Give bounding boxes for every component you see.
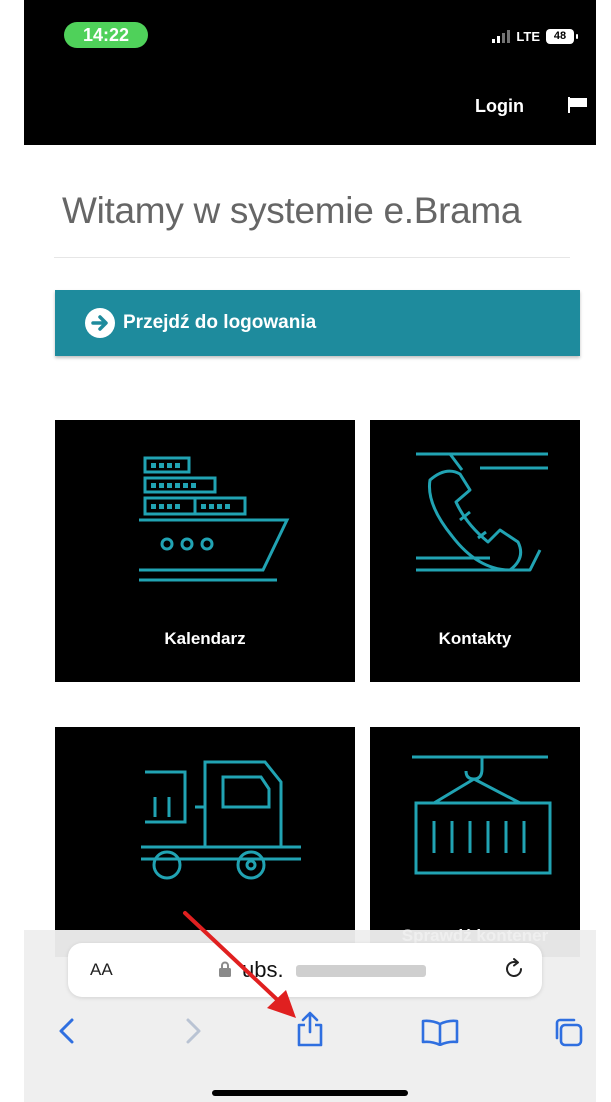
tile-calendar-label: Kalendarz [164,629,245,648]
divider [54,257,570,258]
flag-icon[interactable] [567,96,589,114]
login-link[interactable]: Login [475,96,524,117]
phone-screen: 14:22 LTE 48 Login Witamy w systemie e.B… [24,0,596,1102]
lock-icon [219,961,231,977]
phone-icon: Kontakty [416,452,548,648]
tile-contacts-label: Kontakty [439,629,512,648]
ship-icon: Kalendarz [139,456,290,648]
arrow-right-circle-icon [85,308,115,338]
tabs-icon[interactable] [552,1016,584,1048]
go-to-login-button[interactable]: Przejdź do logowania [55,290,580,356]
network-label: LTE [516,28,540,44]
truck-icon [141,760,301,880]
tile-check-container[interactable]: Sprawdź kontener [370,727,580,957]
app-header: 14:22 LTE 48 Login [24,0,596,145]
status-time: 14:22 [64,22,148,48]
status-indicators: LTE 48 [492,24,578,48]
address-bar[interactable]: AA ubs. [68,943,542,997]
url-redacted [296,965,426,977]
signal-icon [492,29,511,43]
battery-icon: 48 [546,28,578,44]
url-text: ubs. [242,957,284,982]
browser-toolbar: AA ubs. [24,930,596,1102]
tile-calendar[interactable]: Kalendarz [55,420,355,682]
container-crane-icon: Sprawdź kontener [402,755,552,945]
reload-icon[interactable] [502,957,526,981]
share-icon[interactable] [294,1010,326,1048]
back-icon[interactable] [54,1014,80,1048]
home-indicator [212,1090,408,1096]
text-size-button[interactable]: AA [90,960,113,980]
go-to-login-label: Przejdź do logowania [123,312,317,333]
page-title: Witamy w systemie e.Brama [62,190,522,231]
bookmarks-icon[interactable] [420,1018,460,1046]
tile-contacts[interactable]: Kontakty [370,420,580,682]
forward-icon[interactable] [180,1014,206,1048]
tile-truck[interactable] [55,727,355,957]
